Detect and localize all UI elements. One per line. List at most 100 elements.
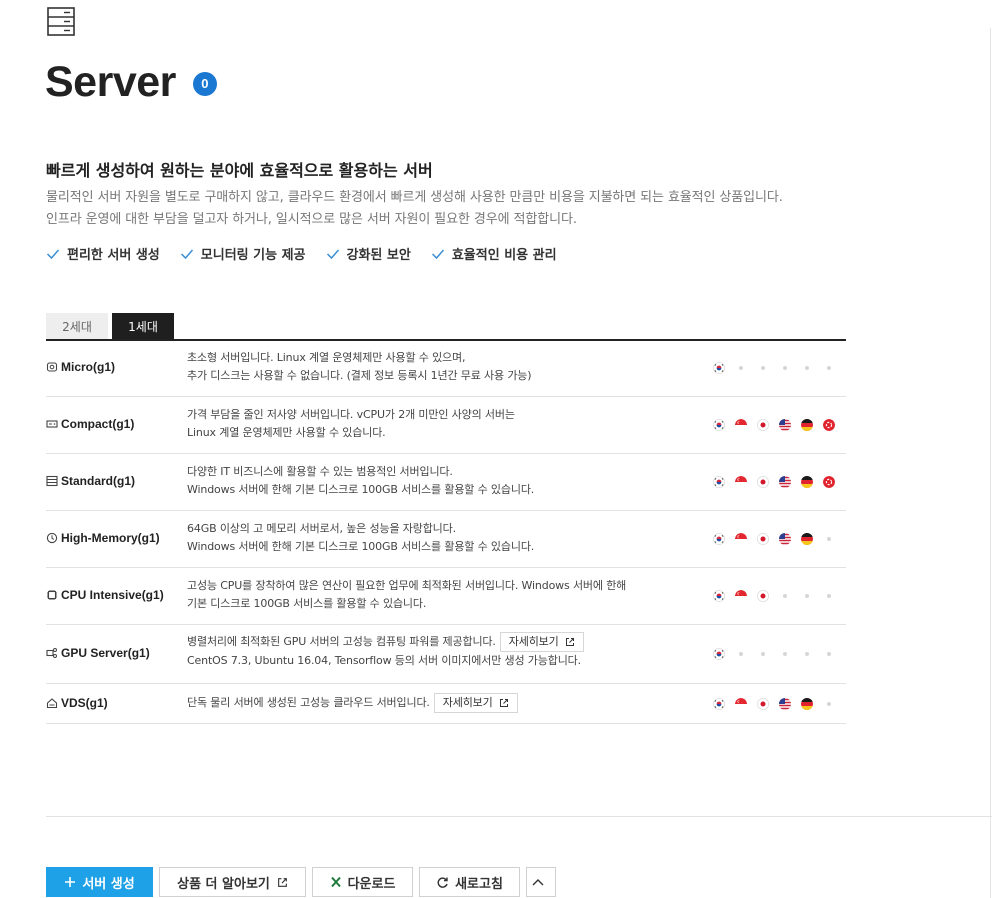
product-description-text: CentOS 7.3, Ubuntu 16.04, Tensorflow 등의 … bbox=[187, 654, 581, 667]
page-header: Server 0 bbox=[45, 56, 217, 108]
detail-link-button[interactable]: 자세히보기 bbox=[433, 693, 518, 713]
germany-flag-icon bbox=[801, 419, 813, 431]
product-description-text: 단독 물리 서버에 생성된 고성능 클라우드 서버입니다. bbox=[187, 696, 430, 709]
japan-flag-icon bbox=[757, 419, 769, 431]
product-row[interactable]: Compact(g1) 가격 부담을 줄인 저사양 서버입니다. vCPU가 2개… bbox=[46, 397, 846, 454]
right-divider bbox=[990, 28, 991, 898]
region-unavailable-dot bbox=[779, 362, 791, 374]
product-description: 가격 부담을 줄인 저사양 서버입니다. vCPU가 2개 미만인 사양의 서버… bbox=[187, 406, 515, 442]
feature-list: 편리한 서버 생성 모니터링 기능 제공 강화된 보안 효율적인 비용 관리 bbox=[46, 244, 557, 263]
product-description-text: 64GB 이상의 고 메모리 서버로서, 높은 성능을 자랑합니다. bbox=[187, 522, 456, 535]
product-name[interactable]: VDS(g1) bbox=[46, 696, 108, 710]
region-availability bbox=[713, 698, 835, 710]
germany-flag-icon bbox=[801, 476, 813, 488]
product-description-text: Windows 서버에 한해 기본 디스크로 100GB 서비스를 활용할 수 … bbox=[187, 483, 535, 496]
product-row[interactable]: CPU Intensive(g1) 고성능 CPU를 장착하여 많은 연산이 필요… bbox=[46, 568, 846, 625]
product-description-text: 초소형 서버입니다. Linux 계열 운영체제만 사용할 수 있으며, bbox=[187, 351, 466, 364]
server-count-badge: 0 bbox=[192, 71, 217, 96]
generation-tabs: 2세대 1세대 bbox=[46, 313, 174, 339]
product-description-line: 단독 물리 서버에 생성된 고성능 클라우드 서버입니다. 자세히보기 bbox=[187, 693, 518, 713]
scroll-top-button[interactable] bbox=[526, 867, 556, 897]
region-unavailable-dot bbox=[757, 362, 769, 374]
japan-flag-icon bbox=[757, 698, 769, 710]
product-description-line: Windows 서버에 한해 기본 디스크로 100GB 서비스를 활용할 수 … bbox=[187, 481, 534, 499]
region-unavailable-dot bbox=[801, 362, 813, 374]
region-availability bbox=[713, 533, 835, 545]
product-name-label: GPU Server(g1) bbox=[61, 646, 150, 660]
product-name-label: VDS(g1) bbox=[61, 696, 108, 710]
korea-flag-icon bbox=[713, 476, 725, 488]
product-description-text: 기본 디스크로 100GB 서비스를 활용할 수 있습니다. bbox=[187, 597, 427, 610]
region-unavailable-dot bbox=[823, 590, 835, 602]
service-description-line-2: 인프라 운영에 대한 부담을 덜고자 하거나, 일시적으로 많은 서버 자원이 … bbox=[46, 212, 577, 227]
cpu-intensive-server-icon bbox=[47, 590, 57, 600]
region-unavailable-dot bbox=[823, 533, 835, 545]
product-name-label: Compact(g1) bbox=[61, 417, 135, 431]
product-description-line: 다양한 IT 비즈니스에 활용할 수 있는 범용적인 서버입니다. bbox=[187, 463, 534, 481]
singapore-flag-icon bbox=[735, 590, 747, 602]
product-description-line: 기본 디스크로 100GB 서비스를 활용할 수 있습니다. bbox=[187, 595, 626, 613]
gpu-server-icon bbox=[46, 648, 57, 658]
product-name[interactable]: High-Memory(g1) bbox=[46, 531, 160, 545]
external-link-icon bbox=[565, 638, 574, 646]
create-server-button[interactable]: 서버 생성 bbox=[46, 867, 153, 897]
external-link-icon bbox=[499, 699, 508, 707]
feature-label: 편리한 서버 생성 bbox=[67, 248, 160, 263]
korea-flag-icon bbox=[713, 419, 725, 431]
download-button[interactable]: 다운로드 bbox=[312, 867, 413, 897]
product-name[interactable]: GPU Server(g1) bbox=[46, 646, 150, 660]
product-name[interactable]: Micro(g1) bbox=[46, 360, 115, 374]
product-row[interactable]: Micro(g1) 초소형 서버입니다. Linux 계열 운영체제만 사용할 수… bbox=[46, 341, 846, 397]
usa-flag-icon bbox=[779, 419, 791, 431]
product-row[interactable]: High-Memory(g1) 64GB 이상의 고 메모리 서버로서, 높은 성… bbox=[46, 511, 846, 568]
region-unavailable-dot bbox=[779, 590, 791, 602]
plus-icon bbox=[65, 877, 76, 887]
feature-item: 강화된 보안 bbox=[326, 244, 411, 263]
compact-server-icon bbox=[46, 420, 58, 428]
external-link-icon bbox=[277, 877, 287, 887]
region-unavailable-dot bbox=[801, 648, 813, 660]
feature-label: 모니터링 기능 제공 bbox=[200, 248, 306, 263]
product-name[interactable]: Standard(g1) bbox=[46, 474, 135, 488]
server-icon bbox=[47, 7, 75, 36]
detail-link-label: 자세히보기 bbox=[442, 696, 493, 709]
japan-flag-icon bbox=[757, 476, 769, 488]
refresh-label: 새로고침 bbox=[455, 876, 503, 892]
product-row[interactable]: GPU Server(g1) 병렬처리에 최적화된 GPU 서버의 고성능 컴퓨팅… bbox=[46, 625, 846, 684]
learn-more-button[interactable]: 상품 더 알아보기 bbox=[159, 867, 306, 897]
tab-gen1[interactable]: 1세대 bbox=[112, 313, 174, 339]
region-unavailable-dot bbox=[801, 590, 813, 602]
tab-gen2[interactable]: 2세대 bbox=[46, 313, 108, 339]
refresh-button[interactable]: 새로고침 bbox=[419, 867, 520, 897]
germany-flag-icon bbox=[801, 698, 813, 710]
product-description: 다양한 IT 비즈니스에 활용할 수 있는 범용적인 서버입니다. Windows… bbox=[187, 463, 534, 499]
product-name-label: Standard(g1) bbox=[61, 474, 136, 488]
region-unavailable-dot bbox=[735, 648, 747, 660]
product-name[interactable]: CPU Intensive(g1) bbox=[46, 588, 164, 602]
singapore-flag-icon bbox=[735, 476, 747, 488]
feature-label: 효율적인 비용 관리 bbox=[451, 248, 557, 263]
product-description-text: 다양한 IT 비즈니스에 활용할 수 있는 범용적인 서버입니다. bbox=[187, 465, 453, 478]
product-name[interactable]: Compact(g1) bbox=[46, 417, 134, 431]
germany-flag-icon bbox=[801, 533, 813, 545]
usa-flag-icon bbox=[779, 698, 791, 710]
product-description-line: 64GB 이상의 고 메모리 서버로서, 높은 성능을 자랑합니다. bbox=[187, 520, 534, 538]
download-label: 다운로드 bbox=[347, 876, 396, 892]
product-description-line: 가격 부담을 줄인 저사양 서버입니다. vCPU가 2개 미만인 사양의 서버… bbox=[187, 406, 515, 424]
region-unavailable-dot bbox=[757, 648, 769, 660]
product-name-label: High-Memory(g1) bbox=[61, 531, 160, 545]
detail-link-button[interactable]: 자세히보기 bbox=[499, 632, 584, 652]
korea-flag-icon bbox=[713, 533, 725, 545]
footer-divider bbox=[46, 816, 992, 817]
region-unavailable-dot bbox=[823, 698, 835, 710]
product-row[interactable]: Standard(g1) 다양한 IT 비즈니스에 활용할 수 있는 범용적인 서… bbox=[46, 454, 846, 511]
japan-flag-icon bbox=[757, 590, 769, 602]
product-description-line: 추가 디스크는 사용할 수 없습니다. (결제 정보 등록시 1년간 무료 사용… bbox=[187, 367, 532, 385]
korea-flag-icon bbox=[713, 590, 725, 602]
standard-server-icon bbox=[46, 475, 58, 487]
product-description: 64GB 이상의 고 메모리 서버로서, 높은 성능을 자랑합니다. Window… bbox=[187, 520, 534, 556]
product-description: 단독 물리 서버에 생성된 고성능 클라우드 서버입니다. 자세히보기 bbox=[187, 693, 518, 713]
korea-flag-icon bbox=[713, 362, 725, 374]
product-row[interactable]: VDS(g1) 단독 물리 서버에 생성된 고성능 클라우드 서버입니다. 자세히보… bbox=[46, 684, 846, 724]
excel-icon bbox=[330, 876, 341, 888]
